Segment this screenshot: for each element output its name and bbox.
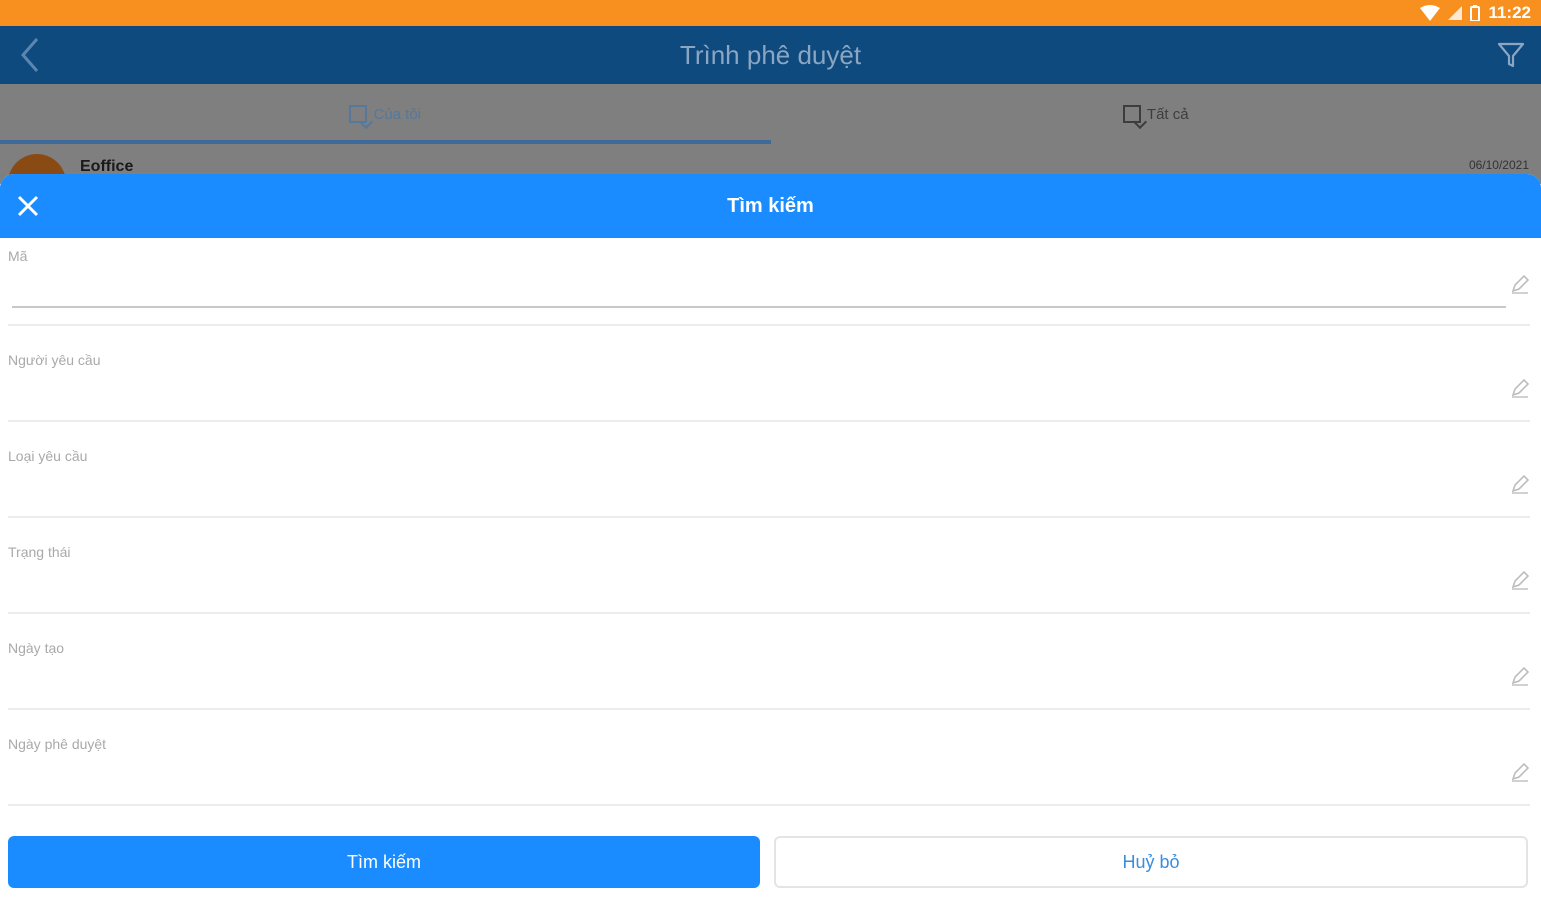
close-button[interactable]: [12, 190, 44, 222]
field-approval-date: Ngày phê duyệt: [8, 726, 1530, 806]
battery-icon: [1470, 5, 1481, 21]
tab-mine-label: Của tôi: [373, 105, 422, 123]
field-status: Trạng thái: [8, 534, 1530, 614]
field-created-date: Ngày tạo: [8, 630, 1530, 710]
status-time: 11:22: [1488, 3, 1531, 22]
sheet-title: Tìm kiếm: [727, 194, 814, 217]
tab-mine[interactable]: Của tôi: [0, 84, 771, 144]
field-approval-date-label: Ngày phê duyệt: [8, 736, 107, 752]
pencil-icon[interactable]: [1510, 274, 1530, 294]
pencil-icon[interactable]: [1510, 666, 1530, 686]
app-bar: Trình phê duyệt: [0, 26, 1541, 84]
tab-all-label: Tất cả: [1146, 105, 1189, 123]
pencil-icon[interactable]: [1510, 762, 1530, 782]
code-input[interactable]: [12, 278, 1506, 308]
field-code: Mã: [8, 238, 1530, 326]
created-date-input[interactable]: [12, 670, 1506, 698]
pencil-icon[interactable]: [1510, 474, 1530, 494]
pencil-icon[interactable]: [1510, 378, 1530, 398]
field-created-date-label: Ngày tạo: [8, 640, 65, 656]
list-item-date: 06/10/2021: [1468, 158, 1529, 172]
cancel-button[interactable]: Huỷ bỏ: [774, 836, 1528, 888]
search-sheet: Tìm kiếm Mã Người yêu cầu Loại yêu cầu T…: [0, 174, 1541, 900]
filter-icon: [1497, 42, 1525, 68]
field-request-type: Loại yêu cầu: [8, 438, 1530, 518]
status-icons: 11:22: [1420, 3, 1531, 23]
pencil-icon[interactable]: [1510, 570, 1530, 590]
status-input[interactable]: [12, 574, 1506, 602]
request-type-input[interactable]: [12, 478, 1506, 506]
requester-input[interactable]: [12, 382, 1506, 410]
document-edit-icon: [1122, 105, 1141, 123]
document-edit-icon: [349, 105, 368, 123]
field-request-type-label: Loại yêu cầu: [8, 448, 88, 464]
wifi-icon: [1420, 5, 1441, 21]
field-requester: Người yêu cầu: [8, 342, 1530, 422]
back-arrow-icon: [21, 38, 39, 72]
approval-date-input[interactable]: [12, 766, 1506, 794]
search-button[interactable]: Tìm kiếm: [8, 836, 760, 888]
signal-icon: [1448, 6, 1463, 20]
status-bar: 11:22: [0, 0, 1541, 26]
close-icon: [17, 195, 39, 217]
back-button[interactable]: [10, 35, 50, 75]
field-status-label: Trạng thái: [8, 544, 71, 560]
field-requester-label: Người yêu cầu: [8, 352, 101, 368]
tab-all[interactable]: Tất cả: [771, 84, 1541, 144]
filter-button[interactable]: [1491, 35, 1531, 75]
sheet-header: Tìm kiếm: [0, 174, 1541, 238]
tab-bar: Của tôi Tất cả: [0, 84, 1541, 144]
page-title: Trình phê duyệt: [679, 39, 862, 70]
field-code-label: Mã: [8, 248, 28, 264]
